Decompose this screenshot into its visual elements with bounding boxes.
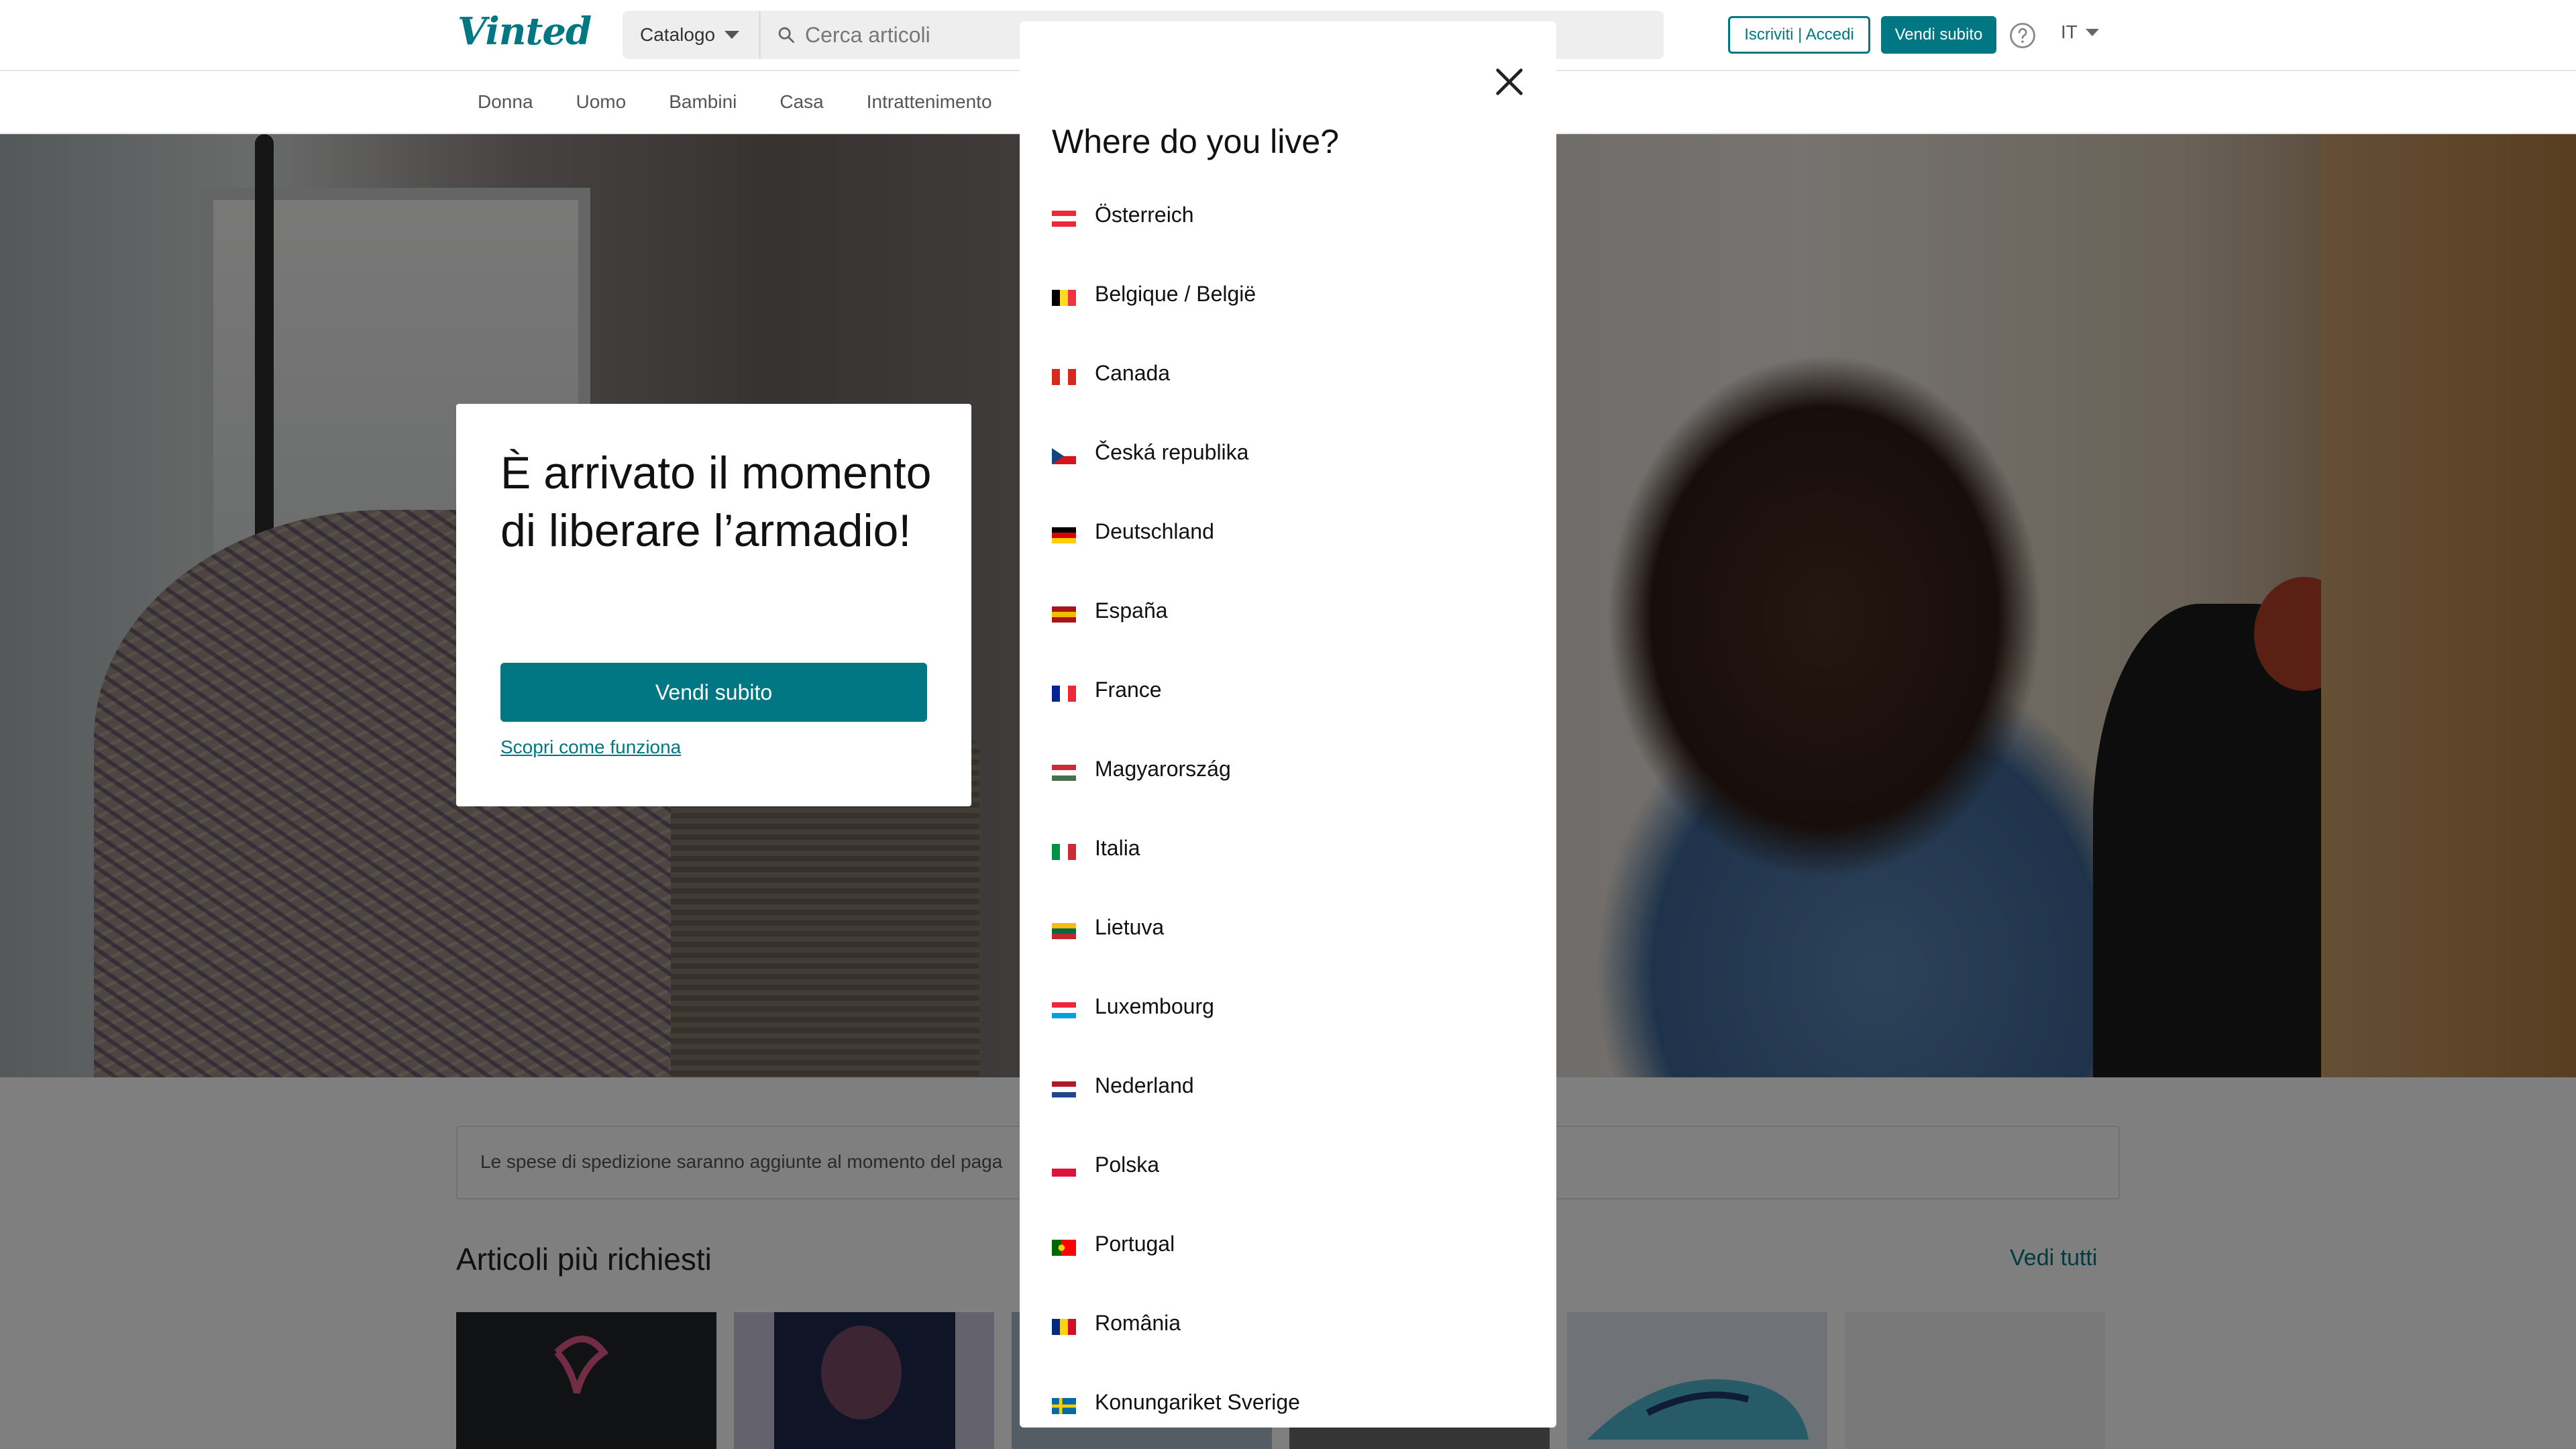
hero-card: È arrivato il momento di liberare l’arma… [456,404,971,806]
chevron-down-icon [2085,28,2099,36]
hero-title: È arrivato il momento di liberare l’arma… [500,447,932,556]
category-uomo[interactable]: Uomo [576,91,627,113]
how-it-works-link[interactable]: Scopri come funziona [500,737,681,758]
country-option[interactable]: Deutschland [1052,519,1535,598]
flag-icon [1052,369,1076,385]
flag-icon [1052,1081,1076,1097]
country-name: Luxembourg [1095,994,1214,1018]
sell-now-button[interactable]: Vendi subito [500,663,927,722]
flag-icon [1052,765,1076,781]
signup-login-button[interactable]: Iscriviti | Accedi [1728,16,1870,54]
flag-icon [1052,1319,1076,1335]
country-name: Deutschland [1095,519,1214,543]
help-icon[interactable] [2008,21,2037,50]
country-list: Österreich Belgique / België Canada Česká r… [1052,203,1535,1428]
country-option[interactable]: Magyarország [1052,757,1535,836]
flag-icon [1052,606,1076,623]
country-option[interactable]: România [1052,1311,1535,1390]
catalog-label: Catalogo [640,24,716,45]
country-name: France [1095,678,1162,702]
search-input[interactable]: Cerca articoli [805,23,930,48]
catalog-dropdown[interactable]: Catalogo [623,11,761,59]
country-option[interactable]: Nederland [1052,1073,1535,1152]
flag-icon [1052,1398,1076,1414]
flag-icon [1052,686,1076,702]
category-donna[interactable]: Donna [478,91,533,113]
country-name: Polska [1095,1152,1160,1177]
country-option[interactable]: Portugal [1052,1232,1535,1311]
country-option[interactable]: France [1052,678,1535,757]
flag-icon [1052,290,1076,306]
country-name: Österreich [1095,203,1194,227]
country-name: Lietuva [1095,915,1165,939]
country-name: Canada [1095,361,1171,385]
flag-icon [1052,211,1076,227]
flag-icon [1052,844,1076,860]
country-option[interactable]: Belgique / België [1052,282,1535,361]
category-intrattenimento[interactable]: Intrattenimento [867,91,992,113]
country-name: România [1095,1311,1181,1335]
country-option[interactable]: Luxembourg [1052,994,1535,1073]
country-select-modal: Where do you live? Österreich Belgique / … [1020,21,1556,1428]
country-option[interactable]: Canada [1052,361,1535,440]
flag-icon [1052,1161,1076,1177]
language-label: IT [2061,21,2078,42]
country-option[interactable]: Italia [1052,836,1535,915]
country-option[interactable]: Česká republika [1052,440,1535,519]
country-name: Portugal [1095,1232,1175,1256]
flag-icon [1052,1002,1076,1018]
country-name: Česká republika [1095,440,1249,464]
country-name: Italia [1095,836,1140,860]
country-name: Magyarország [1095,757,1231,781]
language-selector[interactable]: IT [2061,21,2099,43]
chevron-down-icon [724,31,740,39]
flag-icon [1052,448,1076,464]
modal-title: Where do you live? [1052,123,1340,160]
country-name: Konungariket Sverige [1095,1390,1300,1414]
country-option[interactable]: Konungariket Sverige [1052,1390,1535,1428]
close-icon[interactable] [1492,64,1527,99]
country-name: Nederland [1095,1073,1194,1097]
category-bambini[interactable]: Bambini [669,91,737,113]
vinted-logo[interactable]: Vinted [458,9,592,54]
country-option[interactable]: Österreich [1052,203,1535,282]
country-option[interactable]: Lietuva [1052,915,1535,994]
flag-icon [1052,1240,1076,1256]
category-casa[interactable]: Casa [780,91,823,113]
flag-icon [1052,527,1076,543]
sell-now-header-button[interactable]: Vendi subito [1881,16,1996,54]
country-option[interactable]: España [1052,598,1535,678]
search-icon [778,27,794,43]
country-name: Belgique / België [1095,282,1256,306]
country-option[interactable]: Polska [1052,1152,1535,1232]
flag-icon [1052,923,1076,939]
country-name: España [1095,598,1168,623]
